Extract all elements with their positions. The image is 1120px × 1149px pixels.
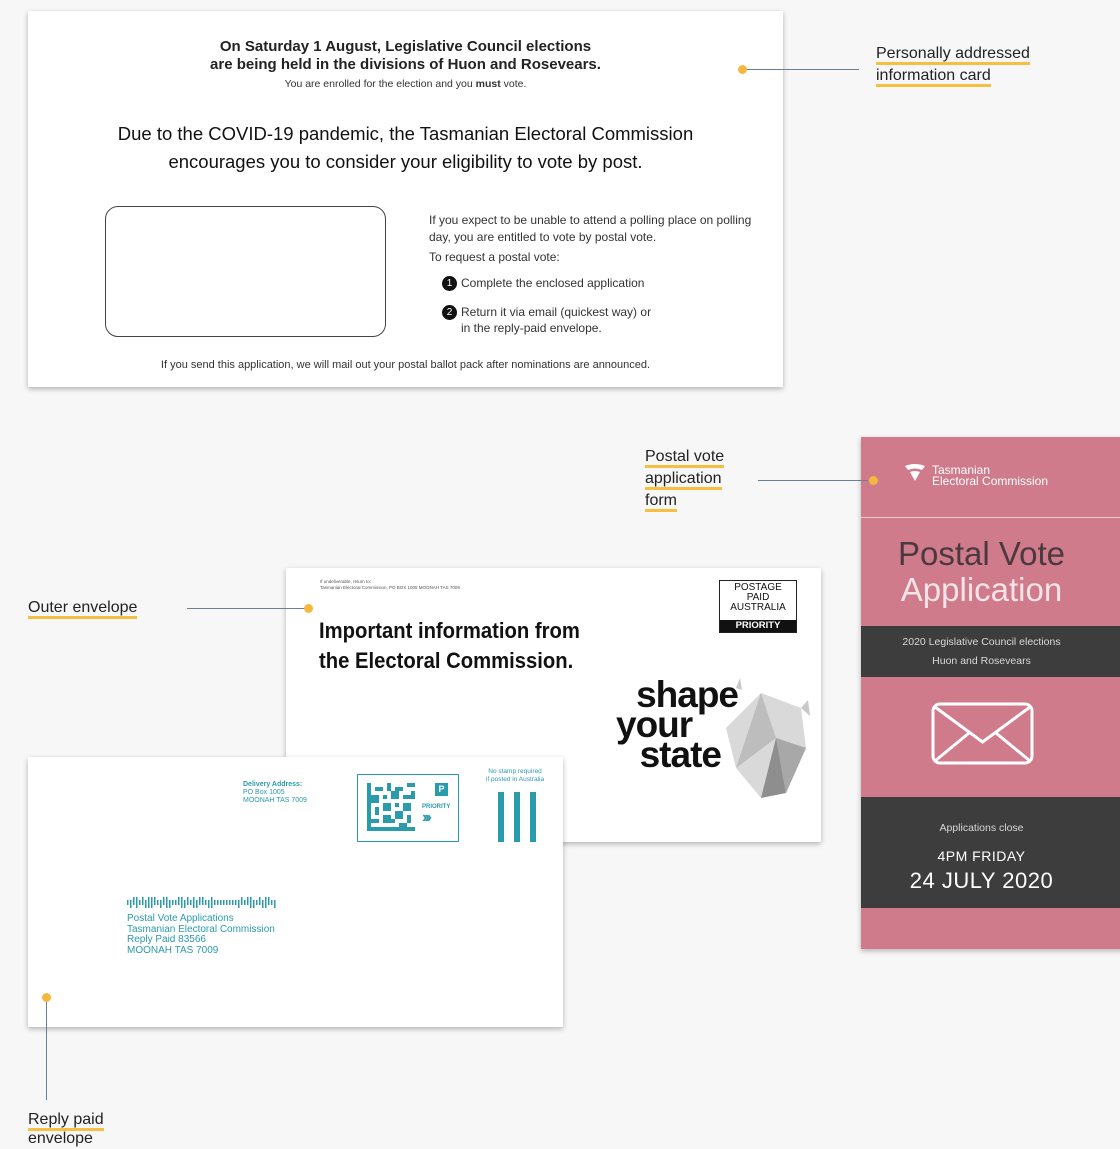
datamatrix-icon — [367, 783, 415, 831]
label-line: Personally addressed — [876, 45, 1030, 65]
step-number: 1 — [442, 276, 457, 291]
tec-logo-icon — [905, 464, 925, 481]
callout-dot — [42, 993, 51, 1002]
delivery-title: Delivery Address: — [243, 781, 303, 788]
fim-bars-icon — [498, 792, 536, 842]
step-text: Complete the enclosed application — [461, 276, 645, 290]
step-text: Return it via email (quickest way) or in… — [461, 305, 652, 335]
address-window — [105, 206, 386, 337]
no-stamp-line-1: No stamp required — [488, 768, 542, 775]
label-line: envelope — [28, 1130, 93, 1147]
return-line-2: Tasmanian Electoral Commission, PO BOX 1… — [320, 584, 460, 590]
callout-line — [747, 69, 859, 70]
postal-vote-application: Tasmanian Electoral Commission Postal Vo… — [861, 437, 1120, 949]
priority-bar: PRIORITY — [720, 620, 796, 632]
label-line: information card — [876, 67, 991, 87]
form-title-line-1: Postal Vote — [898, 535, 1065, 572]
divider — [861, 517, 1120, 518]
close-time: 4PM FRIDAY — [937, 848, 1026, 864]
no-stamp-notice: No stamp required if posted in Australia — [475, 768, 555, 784]
postage-paid-stamp: POSTAGE PAID AUSTRALIA PRIORITY — [719, 580, 797, 633]
covid-line-1: Due to the COVID-19 pandemic, the Tasman… — [117, 123, 694, 144]
callout-dot — [304, 604, 313, 613]
step-2: 2 Return it via email (quickest way) or … — [442, 304, 662, 336]
eligibility-text: If you expect to be unable to attend a p… — [429, 213, 752, 244]
applications-close-label: Applications close — [939, 822, 1024, 834]
covid-message: Due to the COVID-19 pandemic, the Tasman… — [28, 120, 783, 176]
close-date: 24 JULY 2020 — [909, 868, 1054, 893]
headline-line-1: Important information from — [319, 618, 580, 643]
enrolled-post: vote. — [500, 78, 527, 90]
election-text: 2020 Legislative Council elections Huon … — [861, 633, 1102, 671]
label-line: Postal vote — [645, 448, 725, 468]
callout-line — [758, 480, 868, 481]
envelope-headline: Important information from the Electoral… — [319, 616, 595, 676]
card-headline: On Saturday 1 August, Legislative Counci… — [28, 38, 783, 74]
headline-line-2: are being held in the divisions of Huon … — [210, 56, 601, 73]
brand-line-2: Electoral Commission — [932, 474, 1049, 488]
callout-line — [46, 1002, 47, 1100]
election-line-1: 2020 Legislative Council elections — [902, 636, 1061, 648]
step-1: 1 Complete the enclosed application — [442, 275, 644, 291]
card-footer: If you send this application, we will ma… — [160, 359, 651, 371]
return-address: If undeliverable, return to: Tasmanian E… — [320, 579, 460, 590]
form-title-line-2: Application — [900, 571, 1063, 608]
callout-dot — [869, 476, 878, 485]
reply-address: Postal Vote Applications Tasmanian Elect… — [127, 913, 275, 956]
information-card: On Saturday 1 August, Legislative Counci… — [28, 11, 783, 387]
headline-line-1: On Saturday 1 August, Legislative Counci… — [219, 38, 592, 55]
priority-indicia: P PRIORITY ››› — [357, 774, 459, 842]
label-reply-paid-envelope: Reply paid envelope — [28, 1109, 104, 1147]
label-line: form — [645, 492, 677, 512]
australia-post-icon: P — [435, 783, 448, 796]
election-line-2: Huon and Rosevears — [932, 655, 1031, 667]
postage-line-3: AUSTRALIA — [730, 602, 786, 613]
label-line: Reply paid — [28, 1111, 104, 1131]
label-outer-envelope: Outer envelope — [28, 597, 138, 619]
reply-paid-envelope: Delivery Address: PO Box 1005 MOONAH TAS… — [28, 757, 563, 1027]
callout-line — [187, 608, 305, 609]
address-line-3: Reply Paid 83566 — [127, 934, 206, 945]
slogan: shape your state — [616, 676, 816, 773]
delivery-address: Delivery Address: PO Box 1005 MOONAH TAS… — [243, 781, 307, 805]
covid-line-2: encourages you to consider your eligibil… — [168, 151, 643, 172]
request-heading: To request a postal vote: — [429, 250, 560, 264]
address-line-1: Postal Vote Applications — [127, 913, 234, 924]
callout-dot — [738, 65, 747, 74]
enrolled-notice: You are enrolled for the election and yo… — [28, 78, 783, 90]
no-stamp-line-2: if posted in Australia — [485, 776, 545, 783]
chevrons-icon: ››› — [422, 809, 432, 826]
label-line: application — [645, 470, 722, 490]
address-line-4: MOONAH TAS 7009 — [127, 944, 219, 956]
postal-barcode-icon — [127, 897, 276, 908]
label-postal-vote-form: Postal vote application form — [645, 446, 725, 512]
delivery-line-1: PO Box 1005 — [243, 789, 285, 796]
enrolled-bold: must — [475, 78, 501, 90]
enrolled-pre: You are enrolled for the election and yo… — [284, 78, 476, 90]
brand-name: Tasmanian Electoral Commission — [932, 464, 1049, 488]
envelope-icon — [931, 702, 1034, 765]
delivery-line-2: MOONAH TAS 7009 — [243, 797, 307, 804]
label-line: Outer envelope — [28, 599, 138, 619]
label-information-card: Personally addressed information card — [876, 43, 1030, 87]
headline-line-2: the Electoral Commission. — [319, 648, 574, 673]
step-number: 2 — [442, 305, 457, 320]
